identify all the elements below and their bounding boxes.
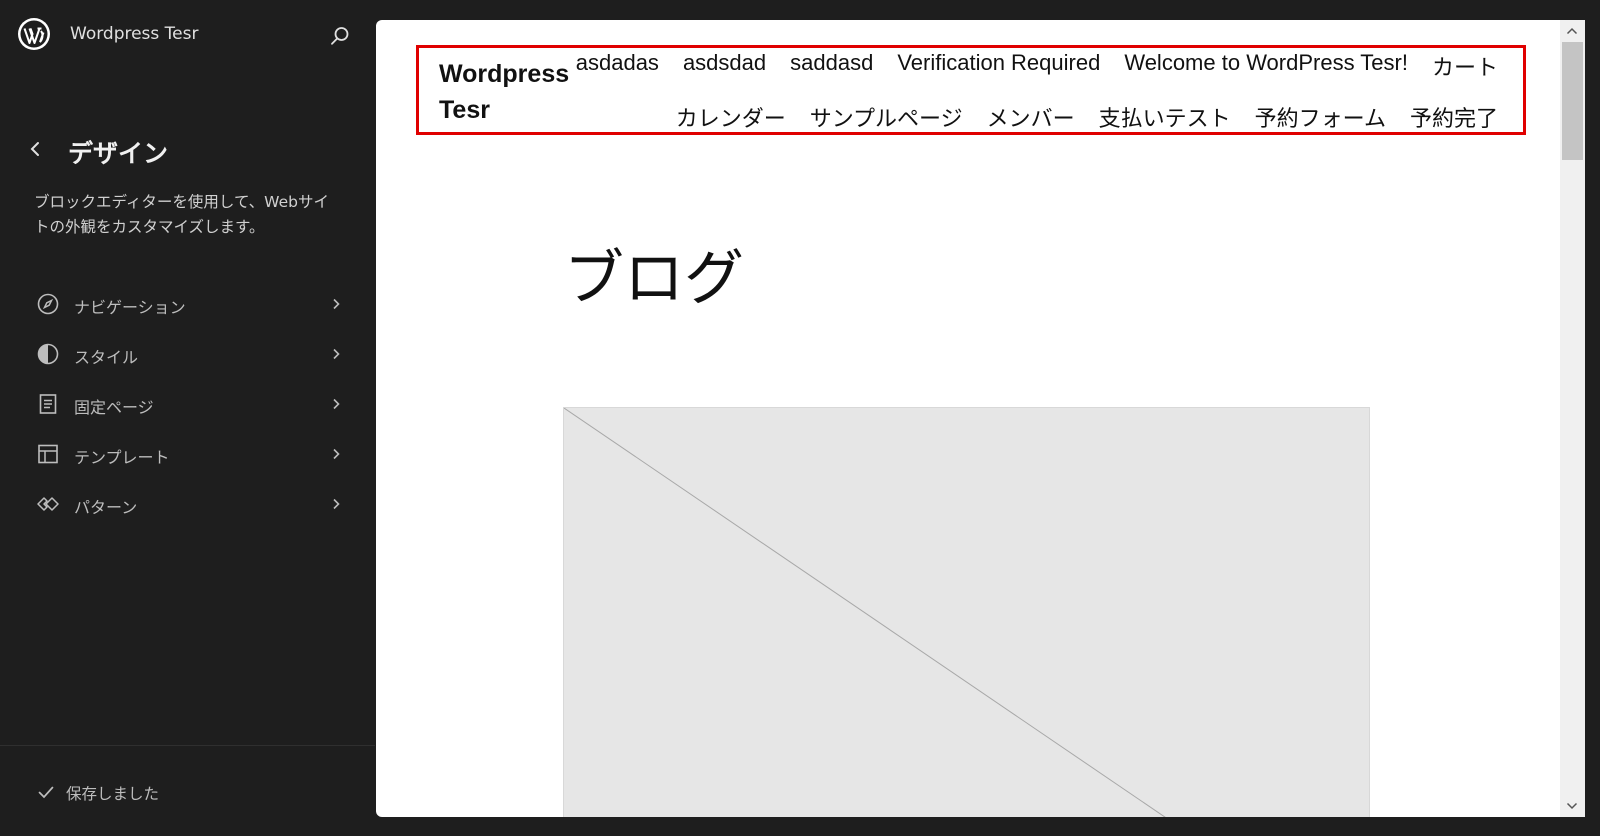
sidebar-divider <box>0 745 375 746</box>
sidebar-item-label: 固定ページ <box>74 398 154 417</box>
nav-link-cart[interactable]: カート <box>1432 50 1498 82</box>
nav-link-booking-form[interactable]: 予約フォーム <box>1255 101 1386 133</box>
navigation-compass-icon <box>37 293 59 315</box>
scroll-down-arrow-icon[interactable] <box>1564 798 1580 814</box>
panel-title: デザイン <box>68 139 169 168</box>
nav-link-verification-required[interactable]: Verification Required <box>897 50 1100 82</box>
nav-link-payment-test[interactable]: 支払いテスト <box>1099 101 1231 133</box>
back-chevron-icon[interactable] <box>24 137 48 161</box>
sidebar-item-pages[interactable]: 固定ページ <box>36 386 346 422</box>
scroll-up-arrow-icon[interactable] <box>1564 23 1580 39</box>
sidebar-item-label: スタイル <box>74 348 139 367</box>
placeholder-diagonal <box>564 408 1166 817</box>
sidebar-header: Wordpress Tesr <box>0 0 375 72</box>
sidebar-item-label: パターン <box>74 498 138 517</box>
navigation-menu-row-2: カレンダー サンプルページ メンバー 支払いテスト 予約フォーム 予約完了 <box>676 101 1498 133</box>
chevron-right-icon <box>333 348 340 360</box>
site-name[interactable]: Wordpress Tesr <box>70 24 198 44</box>
site-preview-canvas[interactable]: Wordpress Tesr asdadas asdsdad saddasd V… <box>376 20 1585 817</box>
chevron-right-icon <box>333 448 340 460</box>
scrollbar-thumb[interactable] <box>1562 42 1583 160</box>
nav-link-calendar[interactable]: カレンダー <box>676 101 786 133</box>
header-template-part[interactable]: Wordpress Tesr asdadas asdsdad saddasd V… <box>416 45 1526 135</box>
nav-link-welcome[interactable]: Welcome to WordPress Tesr! <box>1124 50 1408 82</box>
search-icon[interactable] <box>328 24 352 48</box>
nav-link-booking-complete[interactable]: 予約完了 <box>1410 101 1498 133</box>
site-title[interactable]: Wordpress Tesr <box>439 56 589 128</box>
template-layout-icon <box>38 444 58 464</box>
nav-link-asdsdad[interactable]: asdsdad <box>683 50 766 82</box>
preview-scrollbar[interactable] <box>1560 20 1585 817</box>
chevron-right-icon <box>333 398 340 410</box>
sidebar-item-templates[interactable]: テンプレート <box>36 436 346 472</box>
nav-link-saddasd[interactable]: saddasd <box>790 50 873 82</box>
wordpress-logo-icon[interactable] <box>17 17 51 51</box>
nav-link-asdadas[interactable]: asdadas <box>576 50 659 82</box>
sidebar-item-styles[interactable]: スタイル <box>36 336 346 372</box>
nav-link-sample-page[interactable]: サンプルページ <box>810 101 963 133</box>
design-sidebar: Wordpress Tesr デザイン ブロックエディターを使用して、Webサイ… <box>0 0 375 836</box>
featured-image-placeholder[interactable] <box>563 407 1370 817</box>
sidebar-item-label: テンプレート <box>74 448 170 467</box>
sidebar-item-patterns[interactable]: パターン <box>36 486 346 522</box>
check-icon <box>38 786 54 799</box>
chevron-right-icon <box>333 498 340 510</box>
styles-half-circle-icon <box>37 343 59 365</box>
sidebar-item-navigation[interactable]: ナビゲーション <box>36 286 346 322</box>
page-heading[interactable]: ブログ <box>564 230 744 317</box>
page-icon <box>39 394 57 414</box>
nav-link-members[interactable]: メンバー <box>987 101 1075 133</box>
patterns-diamond-icon <box>37 497 59 511</box>
sidebar-item-label: ナビゲーション <box>74 298 186 317</box>
save-status-label: 保存しました <box>66 785 160 803</box>
navigation-menu-row-1: asdadas asdsdad saddasd Verification Req… <box>576 50 1498 82</box>
panel-description: ブロックエディターを使用して、Webサイトの外観をカスタマイズします。 <box>34 193 329 236</box>
chevron-right-icon <box>333 298 340 310</box>
